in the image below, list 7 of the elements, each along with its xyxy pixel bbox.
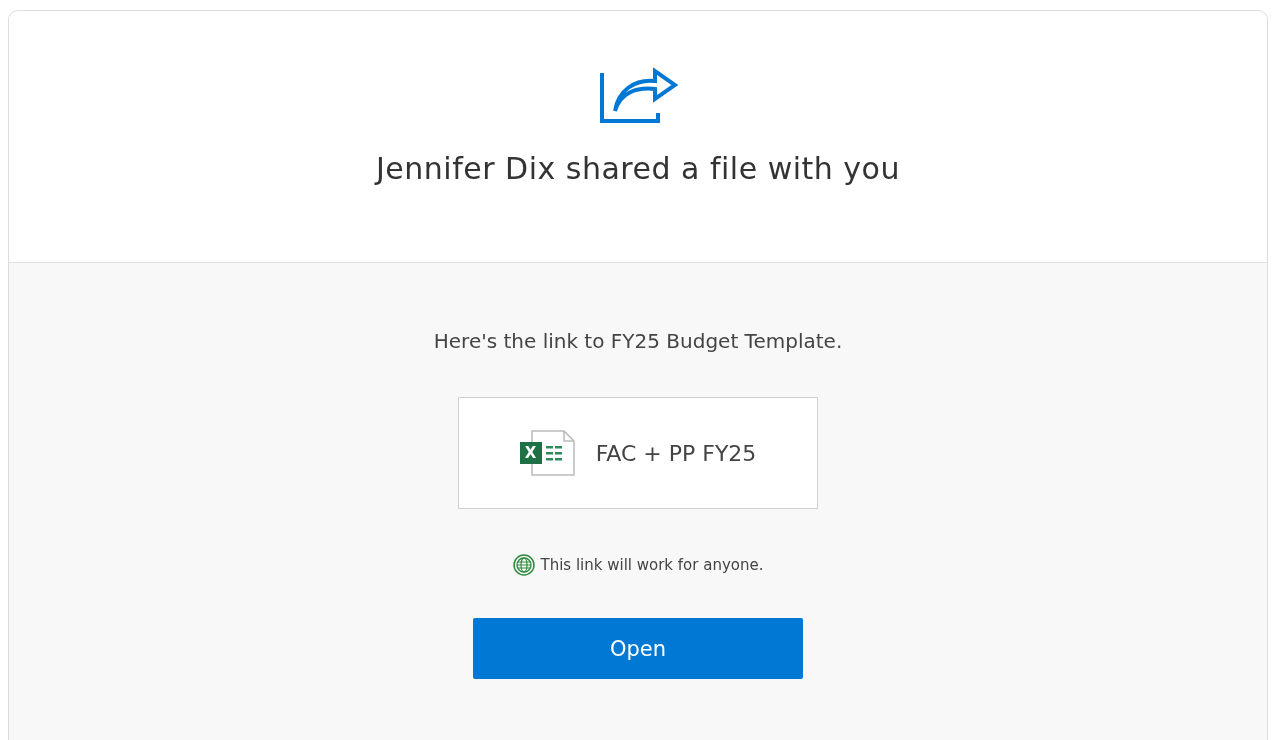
link-message: Here's the link to FY25 Budget Template. bbox=[433, 329, 843, 353]
file-link[interactable]: X FAC + PP FY25 bbox=[458, 397, 818, 509]
share-title: Jennifer Dix shared a file with you bbox=[376, 151, 900, 186]
open-button[interactable]: Open bbox=[473, 618, 803, 679]
globe-icon bbox=[512, 554, 535, 576]
share-icon bbox=[598, 67, 678, 123]
access-note: This link will work for anyone. bbox=[540, 556, 764, 574]
